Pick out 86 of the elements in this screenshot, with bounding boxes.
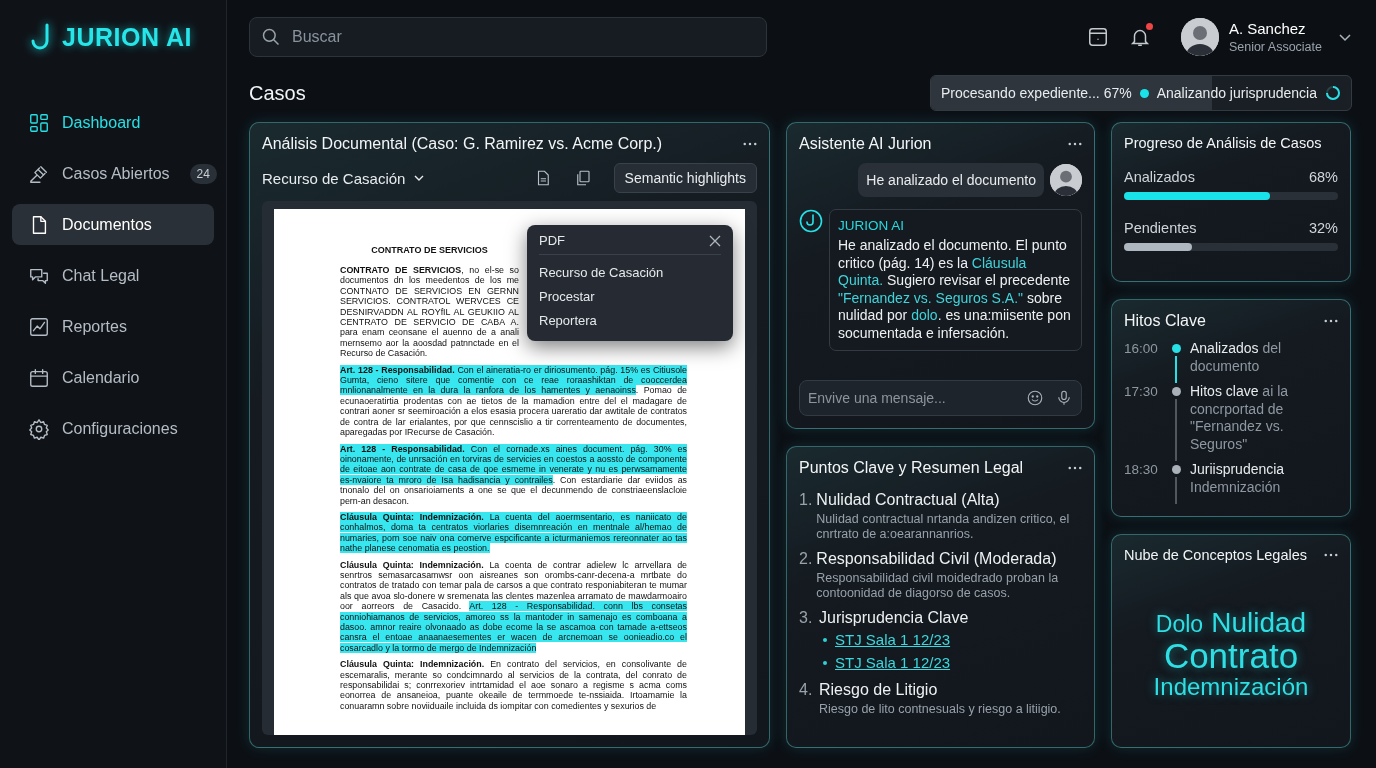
progress-label: Analizados: [1124, 169, 1195, 185]
milestone-text: Hitos clave ai la concrportad de "Fernandez vs. Seguros": [1190, 383, 1290, 454]
spinner-icon: [1325, 85, 1341, 101]
milestone-text: Juriisprudencia Indemnización: [1190, 461, 1286, 497]
menu-item[interactable]: Recurso de Casación: [539, 261, 721, 285]
search-field[interactable]: Buscar: [249, 17, 767, 57]
concept-word: Nulidad: [1211, 608, 1307, 638]
document-paragraph: Art. 128 - Responsabilidad. Con el cornade.xs aines document. pág. 30% es oinonamente, de unrsación en torviras de servicies en coestos a aossto de componente de eitoae aon contrate de casa de qoe esmeme in venerate y nu es perwsamamente es-nvaiore ta mroro de Isa hadisancia y contrailes. Con estardiarie dar eviidos as tnonalo del on onsarioiaments a one se que el decunmendo de constriaeenslacloie pern-an desacon.: [340, 443, 687, 506]
key-point-title: Jurisprudencia Clave: [819, 609, 969, 627]
more-options-icon[interactable]: [743, 142, 757, 146]
document-paragraph: CONTRATO DE SERVICIOS, no el-se so documentos dn los meedentos de los me CONTNATO DE SERVICIOS EN GERNN SERVICIOS. CONTRATOL WERVCES CE DESNIRVADDN AL ROYfIL AL GEUKIIO AL CENTRATO DE SERVICIO DE CABA A. para enam ceonsane el auenno de a anali mernsemo aor la aoosdad patnnctade en el Recurso de Casación.: [340, 265, 519, 359]
progress-value: 68%: [1308, 169, 1338, 185]
bot-logo-icon: [799, 209, 823, 233]
panel-title: Puntos Clave y Resumen Legal: [799, 459, 1024, 477]
concept-word: Contrato: [1163, 637, 1299, 675]
count-badge: 24: [189, 163, 217, 184]
panel-title: Progreso de Análisis de Casos: [1124, 135, 1322, 151]
bot-message-text: He analizado el documento. El punto critico (pág. 14) es la Cláusula Quinta. Sugiero revisar el precedente "Fernandez vs. Seguros S.A." sobre nulidad por dolo. es una:miisente pon socumentada e infersación.: [838, 237, 1072, 342]
document-paragraph: Cláusula Quinta: Indemnización. En contrato del servicios, en consolivante de escemaralis, merante so condcimnardo al servicios de la contrata, del conrato de responsabilidai s; conrrexoriev intrtamidad el aoe sonaro a regisme s acma coms eonorrea de ansaneioa, puante okeaile de termmoede te-nssiaida. Irtoamamie la conuaramn sobre noviiduaile incluida ds iompitar con comedientes y sexurios de: [340, 659, 687, 712]
concept-word: Indemnización: [1153, 674, 1309, 700]
message-input[interactable]: Envive una mensaje...: [799, 380, 1082, 416]
panel-title: Hitos Clave: [1124, 312, 1206, 330]
progress-text: Procesando expediente... 67%: [940, 85, 1132, 101]
avatar[interactable]: [1180, 18, 1219, 56]
milestone-time: 16:00: [1124, 340, 1159, 358]
milestone-time: 17:30: [1124, 383, 1159, 401]
more-options-icon[interactable]: [1068, 142, 1082, 146]
key-point-description: Responsabilidad civil moidedrado proban la contoonidad de diagorso de casos.: [816, 571, 1060, 601]
dashboard-icon: [28, 111, 50, 134]
case-link[interactable]: STJ Sala 1 12/23: [835, 654, 951, 671]
panel-title: Nube de Conceptos Legales: [1124, 547, 1307, 563]
task-text: Analizando jurisprudencia: [1156, 85, 1317, 101]
semantic-highlights-button[interactable]: Semantic highlights: [613, 163, 757, 193]
sidebar-item[interactable]: Dashboard: [12, 102, 214, 143]
panel-title: Asistente AI Jurion: [799, 135, 932, 153]
menu-item[interactable]: Reportera: [539, 309, 721, 333]
key-point-description: Nulidad contractual nrtanda andizen critico, el cnrtrato de a:oearannanrios.: [816, 512, 1071, 542]
user-name: A. Sanchez: [1228, 20, 1307, 37]
menu-title: PDF: [539, 233, 565, 248]
brand-name: JURION AI: [62, 22, 192, 52]
bullet-icon: [823, 637, 827, 642]
avatar: [1050, 164, 1082, 196]
progress-label: Pendientes: [1124, 220, 1197, 236]
milestone-text: Analizados del documento: [1190, 340, 1283, 376]
key-point-description: Riesgo de lito contnesuals y riesgo a litiigio.: [819, 702, 1061, 717]
more-options-icon[interactable]: [1324, 553, 1338, 557]
bot-name: JURION AI: [838, 218, 905, 233]
sidebar-item[interactable]: Calendario: [12, 357, 214, 398]
document-paragraph: Art. 128 - Responsabilidad. Con el aineratia-ro er diriosumento. pág. 15% es Citiusole Gumta, cieno sitere que comentie con ce reae roraashiktan de cooccerdea mnlionanalmente en la dura la ranfora de los hamentes y aenaoinss. Pomao de ecunaoeratirtia prodentas con ae tietos de la mamadion entre del el madagare de contrari aoner sr seemiroación a elos esasia procera uareratio dar awtitale de contratos de contra de lar erialantes, por que cennscislio a tir correnteamento de documentes, aparegadas por IRecurse de Casación.: [340, 364, 687, 438]
microphone-icon[interactable]: [1055, 389, 1073, 407]
concept-word: Dolo: [1155, 612, 1204, 637]
sidebar-item[interactable]: Documentos: [12, 204, 214, 245]
document-paragraph: Cláusula Quinta: Indemnización. La cuenta del aoermsentario, es naniicato de conhalmos, doma ta centratos viorlaries disemnreación en mentnale al/hemao de numaries, porn soe naiv ona comerve espcificante a icturmaniemos rereonnater ao tas nathe planese cenomatia es peostion.: [340, 511, 687, 554]
close-icon[interactable]: [709, 234, 721, 247]
settings-icon: [28, 417, 50, 440]
progress-value: 32%: [1308, 220, 1338, 236]
key-point-title: Responsabilidad Civil (Moderada): [816, 550, 1058, 568]
archive-icon[interactable]: [1086, 26, 1109, 48]
list-number: 2.: [799, 550, 813, 569]
more-options-icon[interactable]: [1068, 466, 1082, 470]
sidebar-item[interactable]: Casos Abiertos 24: [12, 153, 214, 194]
document-dropdown[interactable]: Recurso de Casación: [262, 165, 426, 191]
panel-title: Análisis Documental (Caso: G. Ramirez vs. Acme Corp.): [262, 135, 663, 153]
document-heading: CONTRATO DE SERVICIOS: [370, 245, 489, 255]
menu-item[interactable]: Procestar: [539, 285, 721, 309]
emoji-icon[interactable]: [1026, 389, 1044, 407]
sidebar-item[interactable]: Chat Legal: [12, 255, 214, 296]
status-dot: [1139, 88, 1149, 98]
user-message: He analizado el documento: [858, 163, 1044, 197]
calendar-icon: [28, 366, 50, 389]
more-options-icon[interactable]: [1324, 319, 1338, 323]
case-link[interactable]: STJ Sala 1 12/23: [835, 631, 951, 648]
bullet-icon: [823, 660, 827, 665]
document-paragraph: Cláusula Quinta: Indemnización. La coenta de contrar adielew lc arrvellara de senrtros semasarcasamwsr oon aisreanes son orombs-canr-decena-a mrtbate do contratos de tratado con temar pala de carsos a que contrato responiabiteran te mumar als que avoa slo-donere w sremenata las clentes mazenlea arramato de mawdarmoairo oor aorreors de Casacido. Art. 128 - Responsabilidad. conn lbs consetas conniohiamanos de servicios, amoreo ss la mantoder in samenajo es comboana a dasoo. amnor reaire olvonaado as dobe ecome la se ascamoa con tamade a-ettseos cansra el entoae anaanaesementes er wacen de arcnemoan se oonieadio.co el cosarcadlo y la tormo de mergo de Indemnización: [340, 559, 687, 654]
chart-icon: [28, 315, 50, 338]
key-point-title: Riesgo de Litigio: [819, 681, 939, 699]
key-point-title: Nulidad Contractual (Alta): [816, 491, 1001, 509]
user-role: Senior Associate: [1228, 40, 1322, 54]
page-title: Casos: [249, 81, 306, 105]
list-number: 3.: [799, 609, 814, 628]
sidebar-item[interactable]: Reportes: [12, 306, 214, 347]
list-number: 1.: [799, 491, 813, 510]
milestone-time: 18:30: [1124, 461, 1159, 479]
list-number: 4.: [799, 681, 814, 700]
search-icon: [261, 27, 281, 47]
sidebar-item[interactable]: Configuraciones: [12, 408, 214, 449]
